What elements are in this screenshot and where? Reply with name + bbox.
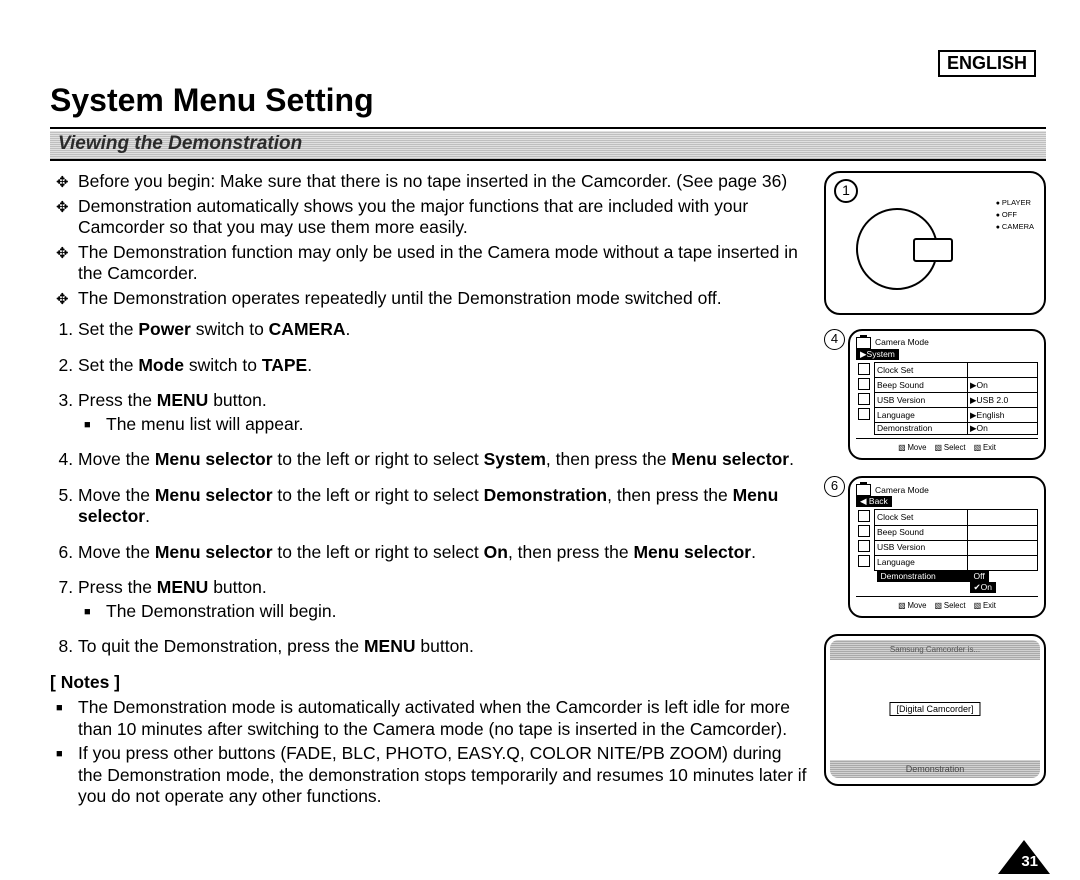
intro-item: Before you begin: Make sure that there i… <box>78 171 810 193</box>
step-3: Press the MENU button. The menu list wil… <box>78 390 810 435</box>
dial-labels: PLAYER OFF CAMERA <box>996 197 1034 234</box>
page-number: 31 <box>1021 853 1038 870</box>
menu-icon <box>858 525 870 537</box>
note-item: The Demonstration mode is automatically … <box>78 697 810 740</box>
osd-table: Clock Set Beep Sound USB Version Languag… <box>856 509 1038 592</box>
intro-list: Before you begin: Make sure that there i… <box>50 171 810 309</box>
step-7-sub: The Demonstration will begin. <box>106 601 810 623</box>
step-3-sub: The menu list will appear. <box>106 414 810 436</box>
figure-number-4: 4 <box>824 329 845 350</box>
menu-icon <box>858 393 870 405</box>
body-text: Before you begin: Make sure that there i… <box>50 167 810 818</box>
notes-list: The Demonstration mode is automatically … <box>50 697 810 808</box>
osd-demo-off: Off <box>970 571 989 582</box>
intro-item: The Demonstration operates repeatedly un… <box>78 288 810 310</box>
osd-demo-row: Demonstration <box>877 571 974 582</box>
figure-6-wrap: 6 Camera Mode ◀ Back Clock Set Beep Soun… <box>824 476 1046 629</box>
language-box: ENGLISH <box>938 50 1036 77</box>
manual-page: ENGLISH System Menu Setting Viewing the … <box>0 0 1080 880</box>
demo-bottom-strip: Demonstration <box>830 760 1040 778</box>
figure-number-6: 6 <box>824 476 845 497</box>
osd-mode: Camera Mode <box>875 337 929 348</box>
camera-icon <box>856 337 871 349</box>
figure-number-1: 1 <box>834 179 858 203</box>
osd-footer: MoveSelectExit <box>856 443 1038 453</box>
step-8: To quit the Demonstration, press the MEN… <box>78 636 810 658</box>
camera-icon <box>856 484 871 496</box>
figure-power-dial: 1 PLAYER OFF CAMERA <box>824 171 1046 315</box>
dial-icon <box>856 208 938 290</box>
figures-column: 1 PLAYER OFF CAMERA 4 Camera Mode ▶Syste… <box>824 167 1046 818</box>
menu-icon <box>858 378 870 390</box>
note-item: If you press other buttons (FADE, BLC, P… <box>78 743 810 808</box>
steps-list: Set the Power switch to CAMERA. Set the … <box>50 319 810 658</box>
figure-demonstration: Samsung Camcorder is... [Digital Camcord… <box>824 634 1046 786</box>
menu-icon <box>858 363 870 375</box>
demo-badge: [Digital Camcorder] <box>889 702 980 716</box>
menu-icon <box>858 555 870 567</box>
step-6: Move the Menu selector to the left or ri… <box>78 542 810 564</box>
osd-highlight-system: ▶System <box>856 349 899 360</box>
menu-icon <box>858 408 870 420</box>
intro-item: The Demonstration function may only be u… <box>78 242 810 285</box>
osd-menu-6: Camera Mode ◀ Back Clock Set Beep Sound … <box>848 476 1046 617</box>
step-5: Move the Menu selector to the left or ri… <box>78 485 810 528</box>
intro-item: Demonstration automatically shows you th… <box>78 196 810 239</box>
osd-back: ◀ Back <box>856 496 892 507</box>
osd-table: Clock Set Beep Sound▶On USB Version▶USB … <box>856 362 1038 435</box>
rule <box>50 127 1046 129</box>
osd-footer: MoveSelectExit <box>856 601 1038 611</box>
demo-top-strip: Samsung Camcorder is... <box>830 640 1040 660</box>
step-2: Set the Mode switch to TAPE. <box>78 355 810 377</box>
osd-menu-4: Camera Mode ▶System Clock Set Beep Sound… <box>848 329 1046 460</box>
step-7: Press the MENU button. The Demonstration… <box>78 577 810 622</box>
section-title: Viewing the Demonstration <box>50 131 1046 161</box>
menu-icon <box>858 540 870 552</box>
osd-mode: Camera Mode <box>875 485 929 496</box>
figure-4-wrap: 4 Camera Mode ▶System Clock Set Beep Sou… <box>824 329 1046 472</box>
step-4: Move the Menu selector to the left or ri… <box>78 449 810 471</box>
osd-demo-on: ✔On <box>970 582 996 593</box>
page-title: System Menu Setting <box>50 82 1046 119</box>
notes-heading: [ Notes ] <box>50 672 810 694</box>
menu-icon <box>858 510 870 522</box>
step-1: Set the Power switch to CAMERA. <box>78 319 810 341</box>
